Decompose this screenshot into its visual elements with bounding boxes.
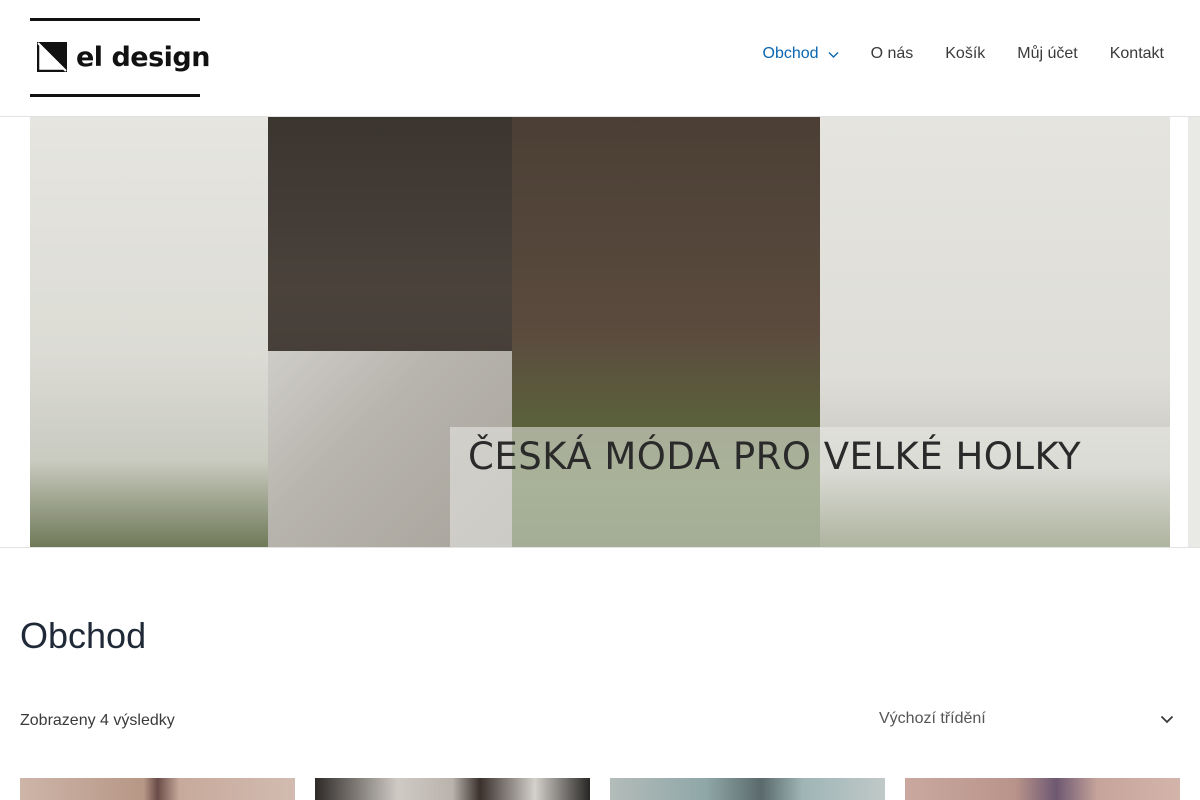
logo-wordmark: el design xyxy=(76,42,210,73)
product-card-image[interactable] xyxy=(315,778,590,800)
banner-edge xyxy=(1188,117,1200,547)
nav-item-label: Košík xyxy=(945,45,986,62)
product-grid xyxy=(20,778,1180,800)
main-nav: Obchod O nás Košík Můj účet Kontakt xyxy=(731,45,1164,63)
nav-item-label: Můj účet xyxy=(1017,45,1078,62)
nav-item-muj-ucet[interactable]: Můj účet xyxy=(1017,45,1077,63)
chevron-down-icon xyxy=(828,51,839,58)
logo-top-rule xyxy=(30,18,200,21)
site-header: el design Obchod O nás Košík Můj účet Ko… xyxy=(0,0,1200,117)
nav-item-label: Obchod xyxy=(762,45,819,62)
nav-item-label: Kontakt xyxy=(1109,45,1164,62)
nav-item-o-nas[interactable]: O nás xyxy=(871,45,914,63)
orderby-select[interactable]: Výchozí třídění xyxy=(869,700,1180,738)
product-card-image[interactable] xyxy=(610,778,885,800)
logo-bottom-rule xyxy=(30,94,200,97)
chevron-down-icon xyxy=(1160,715,1174,724)
logo-mark-icon xyxy=(37,42,67,72)
page-title: Obchod xyxy=(20,615,147,656)
site-logo[interactable]: el design xyxy=(30,18,210,98)
banner-caption: ČESKÁ MÓDA PRO VELKÉ HOLKY xyxy=(468,435,1082,478)
hero-banner: ČESKÁ MÓDA PRO VELKÉ HOLKY xyxy=(30,117,1170,547)
product-card-image[interactable] xyxy=(20,778,295,800)
nav-item-label: O nás xyxy=(870,45,914,62)
product-card-image[interactable] xyxy=(905,778,1180,800)
banner-photo-left xyxy=(30,117,268,547)
orderby-selected: Výchozí třídění xyxy=(879,710,986,727)
nav-item-kosik[interactable]: Košík xyxy=(945,45,985,63)
result-count: Zobrazeny 4 výsledky xyxy=(20,712,175,729)
nav-item-kontakt[interactable]: Kontakt xyxy=(1110,45,1164,63)
nav-item-obchod[interactable]: Obchod xyxy=(763,45,839,63)
banner-divider xyxy=(0,547,1200,548)
